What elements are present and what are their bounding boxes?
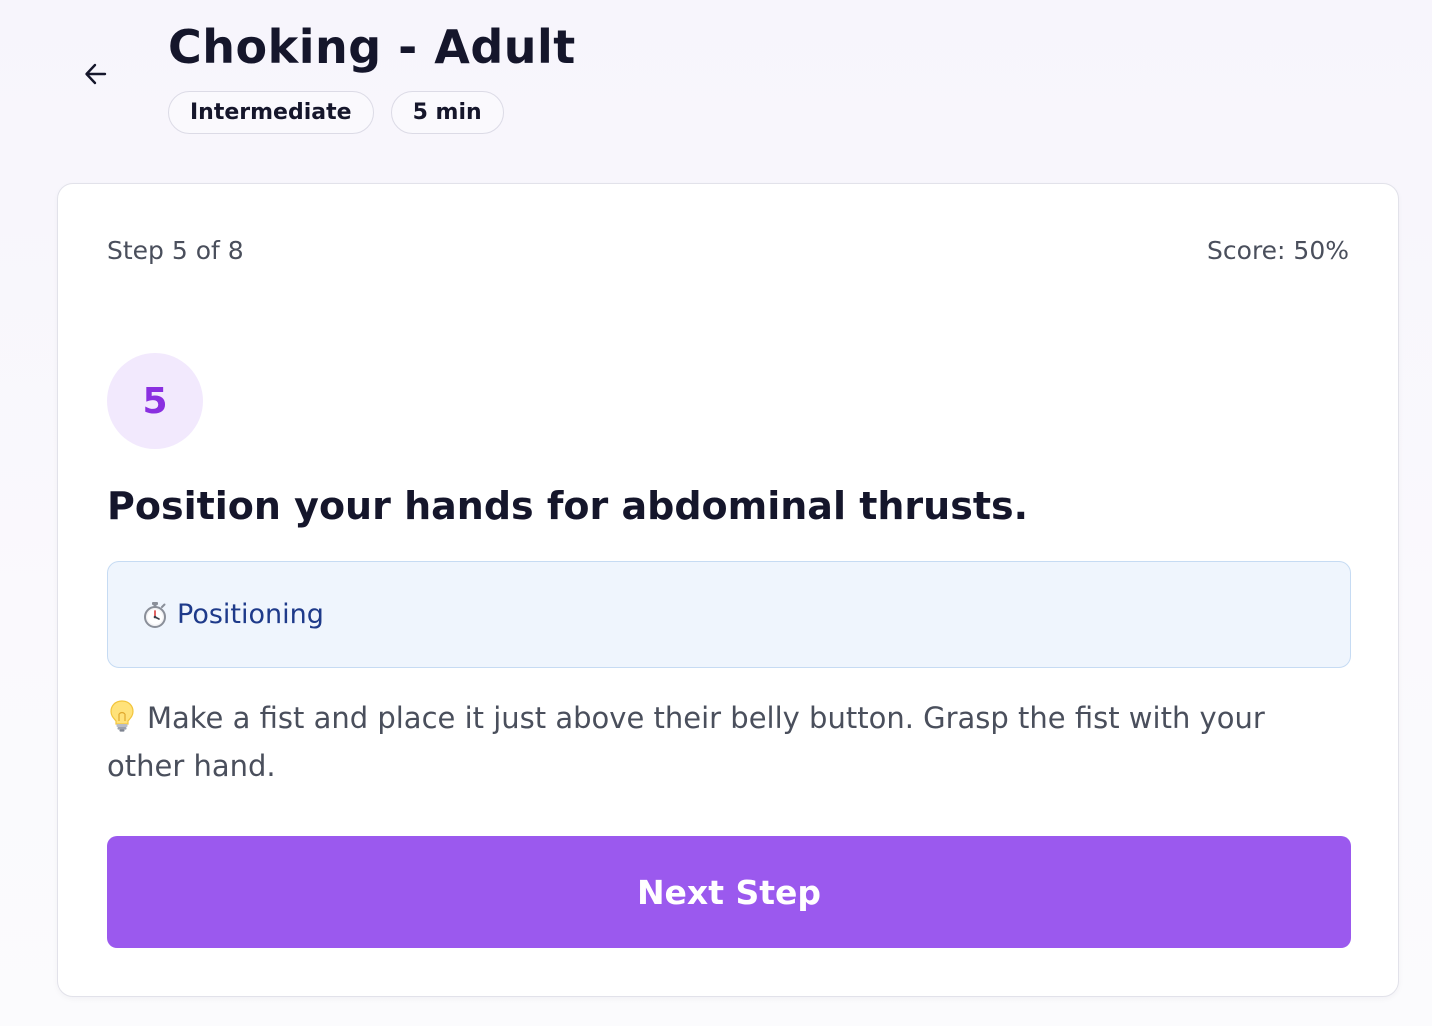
next-step-button[interactable]: Next Step	[107, 836, 1351, 948]
step-tip: Make a fist and place it just above thei…	[107, 694, 1351, 790]
arrow-left-icon	[83, 61, 109, 91]
page-title: Choking - Adult	[168, 20, 576, 74]
step-title: Position your hands for abdominal thrust…	[107, 484, 1029, 528]
step-category-label: Positioning	[177, 599, 324, 630]
score-label: Score: 50%	[1207, 236, 1349, 265]
step-number: 5	[142, 380, 168, 422]
step-category-box: Positioning	[107, 561, 1351, 668]
back-button[interactable]	[72, 54, 120, 98]
lightbulb-icon	[107, 699, 137, 733]
difficulty-badge: Intermediate	[168, 91, 374, 134]
step-card: Step 5 of 8 Score: 50% 5 Position your h…	[57, 183, 1399, 997]
step-progress-label: Step 5 of 8	[107, 236, 244, 265]
duration-badge: 5 min	[390, 91, 504, 134]
badge-row: Intermediate 5 min	[168, 91, 504, 134]
step-tip-text: Make a fist and place it just above thei…	[107, 701, 1265, 783]
step-number-badge: 5	[107, 353, 203, 449]
stopwatch-icon	[141, 601, 169, 629]
page-header: Choking - Adult Intermediate 5 min	[0, 0, 1432, 150]
